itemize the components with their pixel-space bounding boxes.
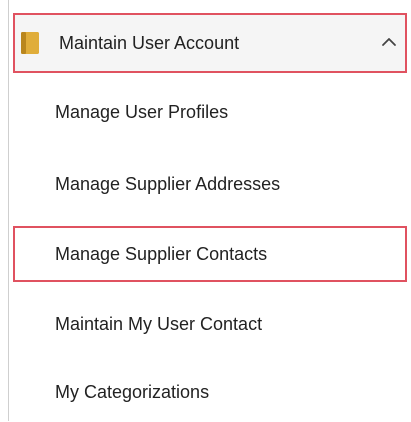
menu-item-label: My Categorizations [55, 382, 210, 402]
menu-item-label: Maintain My User Contact [55, 314, 263, 334]
menu-item-label: Manage Supplier Addresses [55, 174, 281, 194]
chevron-up-icon[interactable] [379, 32, 399, 52]
folder-icon [20, 30, 40, 56]
menu-item-my-categorizations[interactable]: My Categorizations [13, 366, 407, 422]
menu-item-label: Manage Supplier Contacts [55, 244, 268, 264]
menu-header-maintain-user-account[interactable]: Maintain User Account [13, 13, 407, 73]
menu-header-label: Maintain User Account [59, 33, 240, 53]
account-menu: Maintain User Account Manage User Profil… [0, 0, 411, 421]
menu-item-maintain-my-user-contact[interactable]: Maintain My User Contact [13, 298, 407, 354]
menu-item-manage-supplier-contacts[interactable]: Manage Supplier Contacts [13, 226, 407, 282]
menu-item-manage-supplier-addresses[interactable]: Manage Supplier Addresses [13, 158, 407, 214]
menu-left-border [8, 0, 9, 421]
menu-item-label: Manage User Profiles [55, 102, 229, 122]
menu-item-manage-user-profiles[interactable]: Manage User Profiles [13, 86, 407, 142]
